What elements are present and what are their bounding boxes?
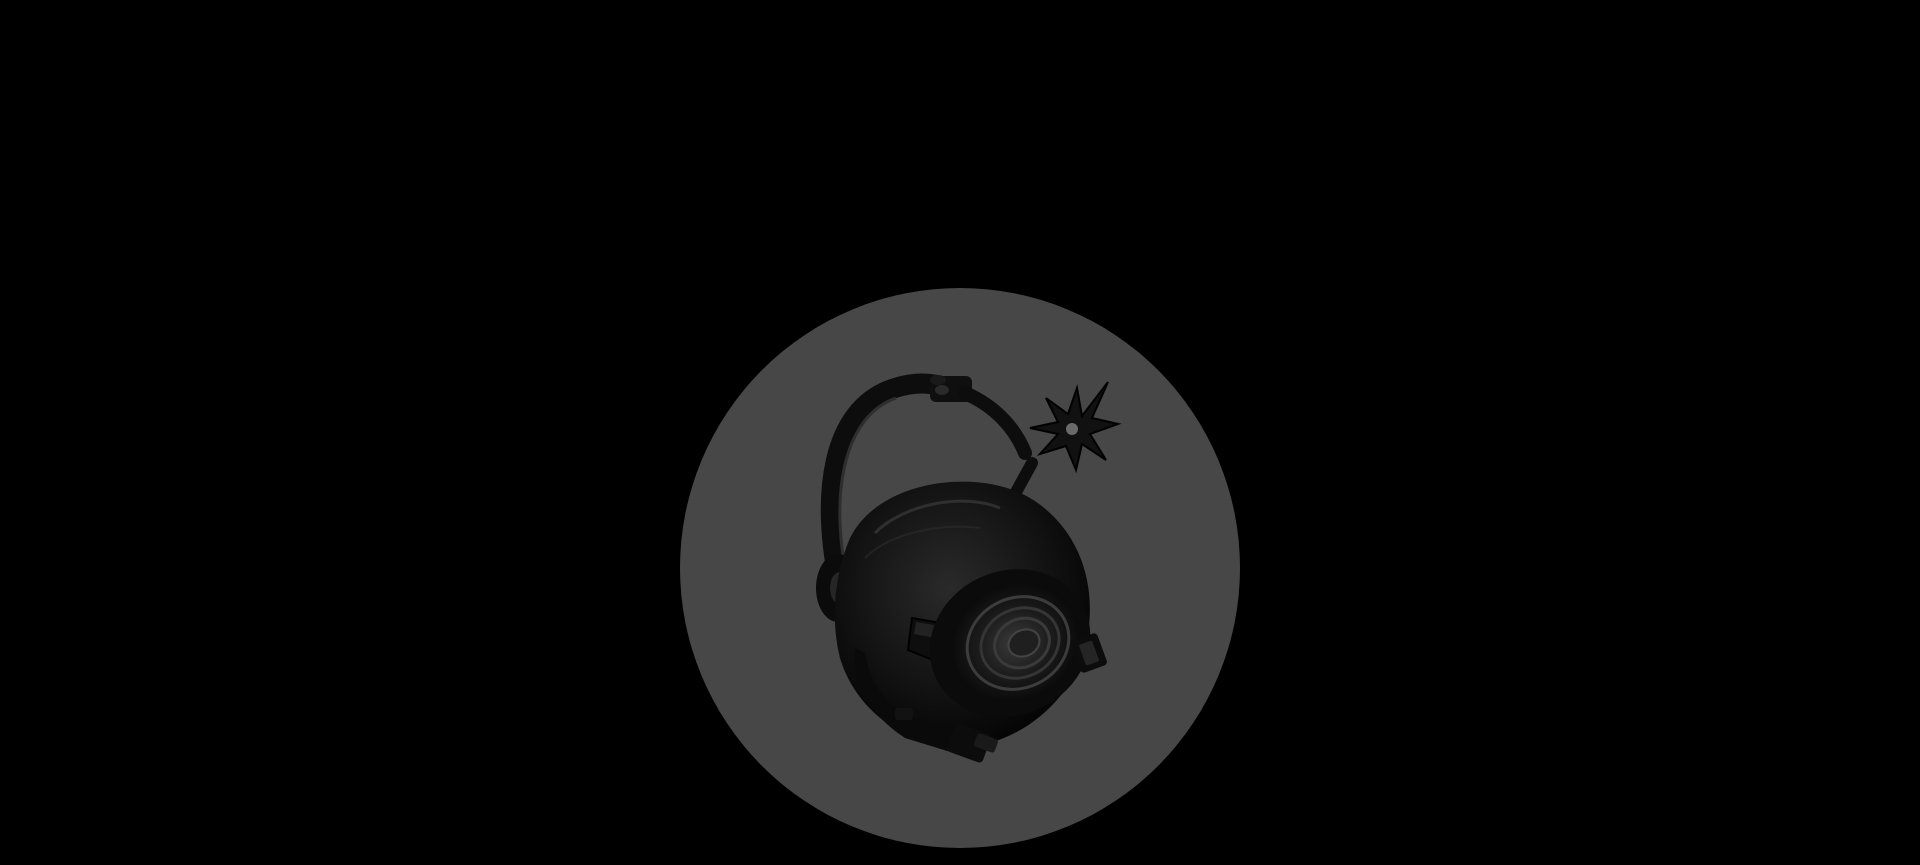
splash-screen bbox=[0, 0, 1920, 865]
logo-disc bbox=[680, 288, 1240, 848]
spotlight-bomb-icon bbox=[816, 373, 1122, 763]
